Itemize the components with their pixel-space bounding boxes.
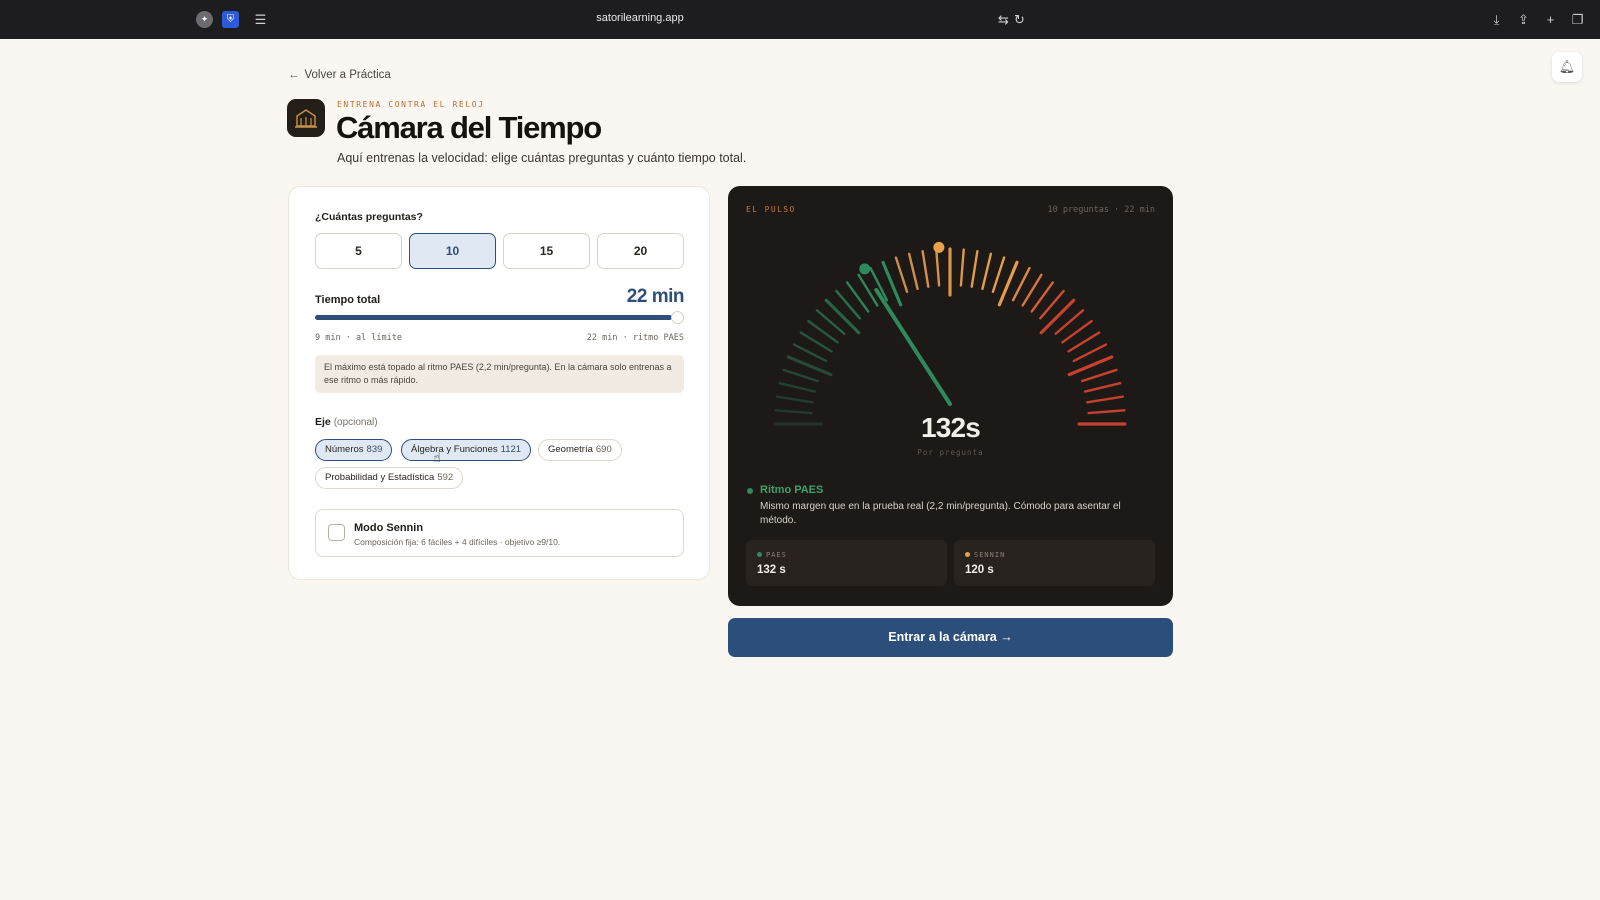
chip-algebra-funciones[interactable]: Álgebra y Funciones 1121	[401, 439, 532, 461]
gauge-tick	[782, 368, 820, 383]
time-slider-fill	[315, 315, 672, 320]
stat-paes: PAES 132 s	[746, 540, 947, 586]
stat-value: 120 s	[965, 564, 994, 576]
enter-camera-label: Entrar a la cámara	[888, 630, 997, 644]
gauge-tick	[907, 252, 919, 291]
extension-icon[interactable]: ✦	[196, 11, 213, 28]
page-subtitle: Aquí entrenas la velocidad: elige cuánta…	[337, 151, 747, 165]
paes-marker	[859, 263, 871, 275]
gauge-tick	[1080, 368, 1118, 383]
chip-count: 592	[437, 472, 454, 483]
mouse-cursor-icon: ☝︎	[433, 450, 441, 465]
translate-icon[interactable]: ⇆	[995, 11, 1012, 28]
enter-camera-button[interactable]: Entrar a la cámara →	[728, 618, 1173, 657]
question-option-20[interactable]: 20	[597, 233, 684, 269]
rhythm-status-dot	[747, 488, 753, 494]
slider-min-label: 9 min · al límite	[315, 333, 402, 343]
download-icon[interactable]: ⤓	[1488, 11, 1505, 28]
eje-optional-text: (opcional)	[333, 417, 378, 428]
gauge-tick	[1086, 395, 1125, 404]
eje-label: Eje (opcional)	[315, 416, 378, 428]
chip-count: 839	[366, 444, 383, 455]
question-option-5[interactable]: 5	[315, 233, 402, 269]
question-option-10[interactable]: 10	[409, 233, 496, 269]
gauge-tick	[1011, 266, 1031, 302]
eje-label-text: Eje	[315, 416, 331, 428]
gauge-tick	[1083, 381, 1122, 393]
chip-label: Geometría	[548, 444, 593, 455]
stat-key-label: SENNIN	[974, 551, 1006, 559]
questions-label: ¿Cuántas preguntas?	[315, 211, 423, 223]
new-tab-icon[interactable]: +	[1542, 11, 1559, 28]
browser-toolbar: ✦ ⛨ ☰ satorilearning.app ⇆ ↻ ⤓ ⇪ + ❐	[0, 0, 1600, 39]
gauge-tick	[921, 249, 930, 288]
page-kicker: ENTRENA CONTRA EL RELOJ	[337, 100, 485, 109]
time-slider[interactable]	[315, 311, 684, 324]
gauge-value: 132s	[920, 412, 981, 443]
gauge-tick	[1039, 298, 1076, 335]
chip-label: Probabilidad y Estadística	[325, 472, 435, 483]
shield-extension-icon[interactable]: ⛨	[222, 11, 239, 28]
chip-count: 690	[595, 444, 612, 455]
gauge-subtitle: Por pregunta	[917, 448, 984, 457]
sennin-title: Modo Sennin	[354, 522, 424, 534]
time-slider-thumb[interactable]	[671, 311, 684, 324]
gauge-tick	[778, 381, 817, 393]
chip-label: Números	[325, 444, 364, 455]
paes-dot-icon	[757, 552, 762, 557]
gauge-tick	[775, 395, 814, 404]
stat-sennin: SENNIN 120 s	[954, 540, 1155, 586]
tabs-overview-icon[interactable]: ❐	[1569, 11, 1586, 28]
sennin-checkbox[interactable]	[328, 524, 345, 541]
gauge-tick	[824, 298, 861, 335]
gauge-tick	[935, 248, 941, 287]
page-title: Cámara del Tiempo	[336, 110, 602, 145]
total-time-value: 22 min	[626, 286, 685, 307]
back-link-label: Volver a Práctica	[304, 69, 391, 81]
rhythm-description: Mismo margen que en la prueba real (2,2 …	[760, 501, 1121, 526]
arrow-left-icon: ←	[288, 69, 300, 81]
stat-key: PAES	[757, 551, 787, 559]
sennin-dot-icon	[965, 552, 970, 557]
chip-label: Álgebra y Funciones	[411, 444, 498, 455]
chip-numeros[interactable]: Números 839	[315, 439, 393, 461]
gauge-tick	[1072, 343, 1108, 363]
bell-icon: 🔔︎	[1558, 59, 1576, 74]
slider-max-label: 22 min · ritmo PAES	[586, 333, 684, 343]
total-time-label: Tiempo total	[315, 294, 381, 306]
gauge-tick	[970, 249, 979, 288]
stat-key: SENNIN	[965, 551, 1005, 559]
chip-probabilidad-estadistica[interactable]: Probabilidad y Estadística 592	[315, 467, 464, 489]
gauge-tick	[981, 252, 993, 291]
notifications-button[interactable]: 🔔︎	[1552, 52, 1582, 82]
gauge-needle	[874, 287, 952, 406]
arrow-right-icon: →	[1000, 630, 1013, 644]
chip-geometria[interactable]: Geometría 690	[538, 439, 622, 461]
temple-icon	[295, 109, 317, 128]
app-logo	[287, 99, 325, 137]
question-option-15[interactable]: 15	[503, 233, 590, 269]
gauge-tick	[991, 256, 1006, 294]
sennin-description: Composición fija: 6 fáciles + 4 difícile…	[354, 537, 561, 547]
sennin-mode-option[interactable]: Modo Sennin Composición fija: 6 fáciles …	[315, 509, 684, 557]
gauge-tick	[792, 343, 828, 363]
info-note: El máximo está topado al ritmo PAES (2,2…	[315, 355, 684, 393]
reader-icon[interactable]: ☰	[252, 11, 269, 28]
gauge-tick	[894, 256, 909, 294]
reload-icon[interactable]: ↻	[1011, 11, 1028, 28]
pulse-card: EL PULSO 10 preguntas · 22 min 132s Por …	[728, 186, 1173, 606]
gauge-tick	[959, 248, 965, 287]
back-link[interactable]: ← Volver a Práctica	[288, 69, 391, 81]
rhythm-title: Ritmo PAES	[760, 484, 824, 496]
stat-value: 132 s	[757, 564, 786, 576]
share-icon[interactable]: ⇪	[1515, 11, 1532, 28]
config-card: ¿Cuántas preguntas? 5 10 15 20 Tiempo to…	[288, 186, 710, 580]
address-bar[interactable]: satorilearning.app	[520, 12, 760, 24]
sennin-marker	[933, 241, 945, 253]
stat-key-label: PAES	[766, 551, 787, 559]
chip-count: 1121	[500, 444, 522, 455]
